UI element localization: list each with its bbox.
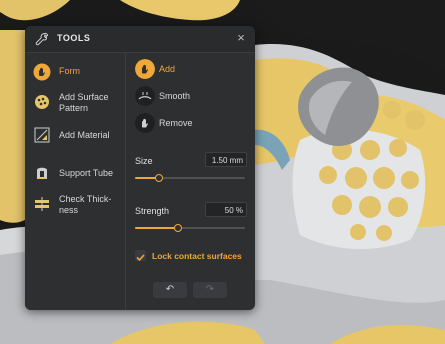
size-slider-knob[interactable] [155,174,163,182]
nav-label-add-surface-line2: Pattern [59,103,89,113]
nav-item-form[interactable]: Form [25,57,125,87]
nav-label-form: Form [59,66,80,76]
strength-slider[interactable] [135,224,245,232]
smooth-option-label: Smooth [159,91,191,101]
remove-option[interactable]: Remove [135,113,250,135]
nav-item-check-thickness[interactable]: Check Thick- ness [25,189,125,219]
nav-label-support-tube: Support Tube [59,168,114,178]
lock-contact-checkbox[interactable] [135,250,146,262]
tools-panel: TOOLS × Form Add Surface Pattern Add Mat… [25,26,255,310]
support-tube-icon [37,167,47,179]
undo-icon: ↶ [165,284,175,295]
check-thickness-icon [35,197,49,211]
nav-label-check-thickness-line2: ness [59,205,79,215]
nav-item-support-tube[interactable]: Support Tube [25,159,125,189]
size-input[interactable]: 1.50 mm [205,152,247,167]
redo-icon: ↷ [205,284,215,295]
size-label: Size [135,156,153,166]
nav-item-add-material[interactable]: Add Material [25,121,125,151]
surface-pattern-icon [35,95,49,109]
add-hand-icon [135,59,155,79]
strength-slider-knob[interactable] [174,224,182,232]
panel-title: TOOLS [57,33,91,43]
tool-options: Add Smooth Remove Size 1.50 mm Strength … [126,53,255,310]
strength-input[interactable]: 50 % [205,202,247,217]
undo-button[interactable]: ↶ [153,282,187,298]
add-option[interactable]: Add [135,59,250,81]
nav-label-add-material: Add Material [59,130,110,140]
close-icon[interactable]: × [233,30,249,46]
panel-header: TOOLS × [25,26,255,53]
add-material-icon [34,127,50,143]
smooth-option[interactable]: Smooth [135,86,250,108]
add-option-label: Add [159,64,176,74]
remove-icon [135,113,155,133]
smooth-icon [135,86,155,106]
strength-label: Strength [135,206,170,216]
nav-item-add-surface-pattern[interactable]: Add Surface Pattern [25,87,125,117]
nav-label-check-thickness-line1: Check Thick- [59,194,112,204]
wrench-icon [35,32,49,46]
strength-slider-fill [135,227,178,229]
tool-category-list: Form Add Surface Pattern Add Material Su… [25,53,126,310]
lock-contact-label: Lock contact surfaces [152,251,242,261]
nav-label-add-surface-line1: Add Surface [59,92,109,102]
checkmark-icon [136,254,145,262]
redo-button[interactable]: ↷ [193,282,227,298]
size-slider[interactable] [135,174,245,182]
form-icon [33,63,51,81]
remove-option-label: Remove [159,118,193,128]
